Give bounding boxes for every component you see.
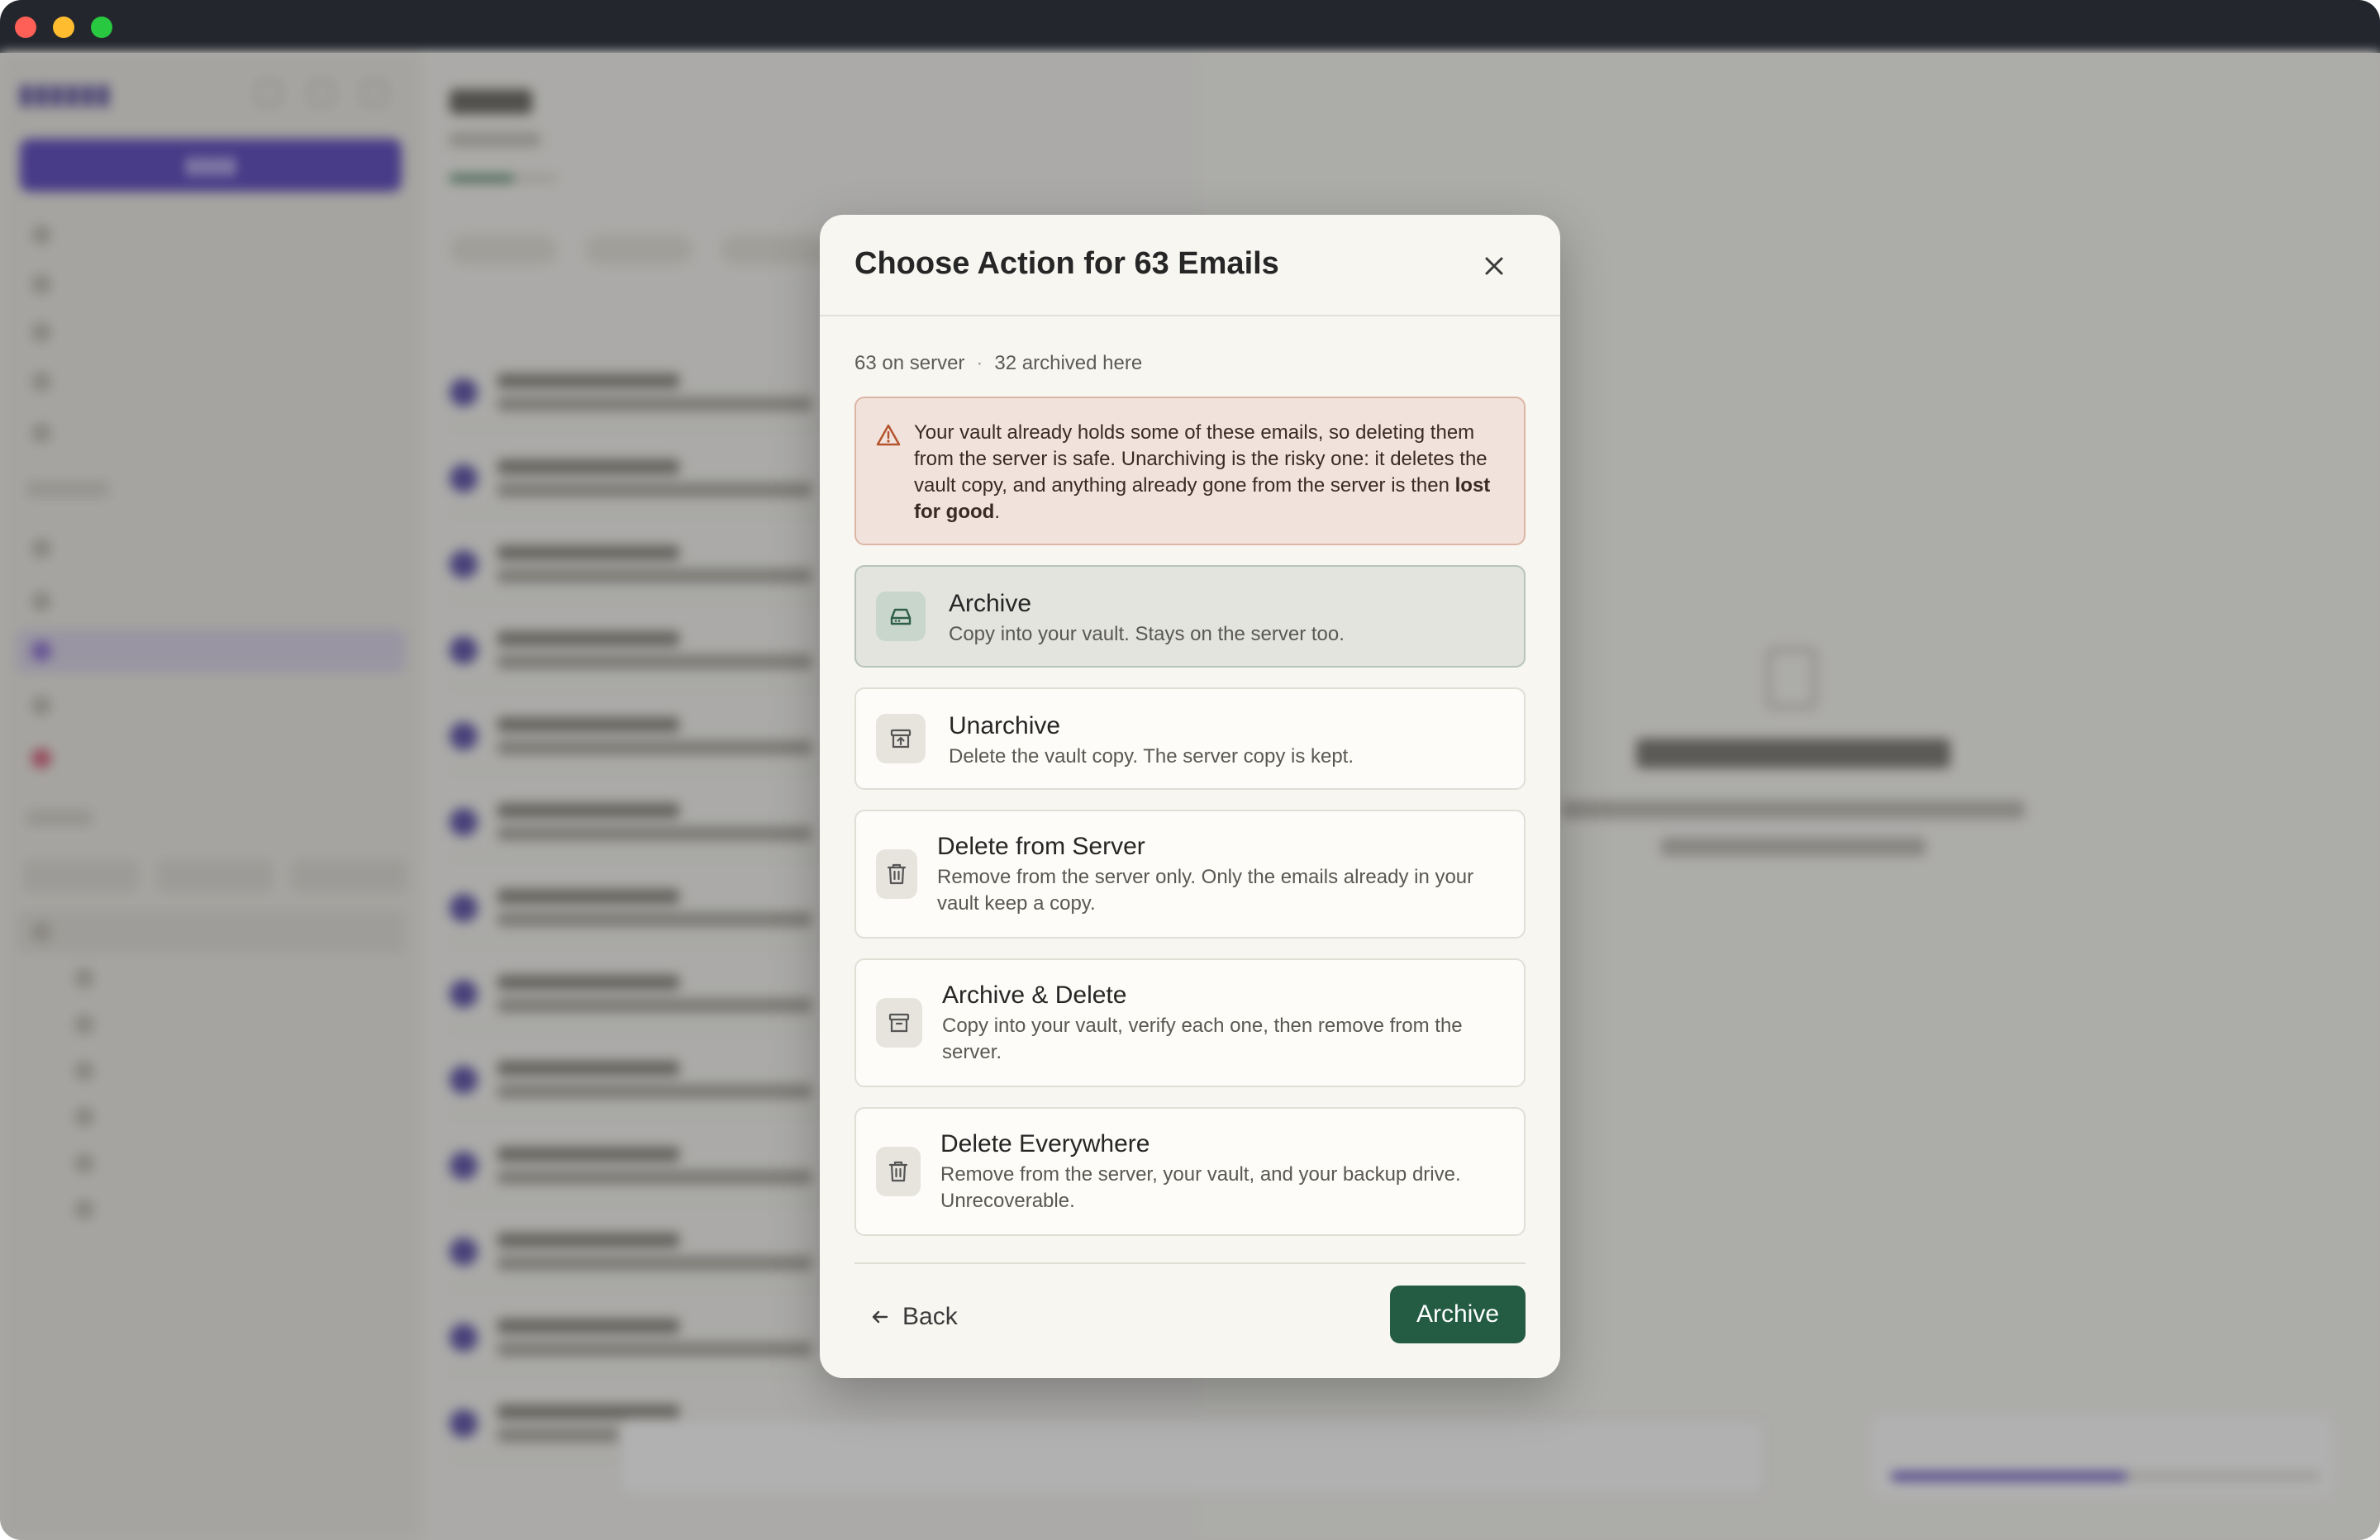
archived-count: 32 archived here — [994, 352, 1143, 374]
option-description: Remove from the server only. Only the em… — [937, 866, 1474, 915]
option-archive[interactable]: Archive Copy into your vault. Stays on t… — [854, 565, 1526, 668]
trash-icon — [876, 1147, 921, 1196]
warning-text-end: . — [994, 501, 1000, 523]
option-delete-everywhere[interactable]: Delete Everywhere Remove from the server… — [854, 1107, 1526, 1236]
option-title: Archive & Delete — [942, 982, 1127, 1009]
trash-icon — [876, 849, 917, 899]
title-bar — [0, 0, 2380, 53]
option-description: Copy into your vault. Stays on the serve… — [949, 623, 1345, 645]
warning-triangle-icon — [876, 424, 901, 446]
back-button-label: Back — [902, 1303, 958, 1330]
option-unarchive[interactable]: Unarchive Delete the vault copy. The ser… — [854, 687, 1526, 790]
minimize-window-button[interactable] — [53, 17, 74, 38]
app-window: ▮▮▮▮▮▮ ▮▮▮▮ Choose Action for 63 Emails … — [0, 0, 2380, 1540]
close-window-button[interactable] — [15, 17, 36, 38]
warning-text: Your vault already holds some of these e… — [914, 420, 1509, 525]
option-delete-from-server[interactable]: Delete from Server Remove from the serve… — [854, 810, 1526, 939]
archive-box-icon — [876, 998, 922, 1048]
archive-confirm-button[interactable]: Archive — [1390, 1286, 1526, 1343]
option-archive-and-delete[interactable]: Archive & Delete Copy into your vault, v… — [854, 958, 1526, 1087]
option-title: Delete from Server — [937, 833, 1145, 860]
zoom-window-button[interactable] — [91, 17, 112, 38]
option-description: Delete the vault copy. The server copy i… — [949, 745, 1354, 768]
dialog-header: Choose Action for 63 Emails — [820, 215, 1560, 316]
dialog-title: Choose Action for 63 Emails — [854, 246, 1279, 281]
email-counts: 63 on server · 32 archived here — [854, 352, 1142, 375]
option-title: Delete Everywhere — [940, 1130, 1150, 1157]
option-title: Unarchive — [949, 712, 1061, 739]
choose-action-dialog: Choose Action for 63 Emails 63 on server… — [820, 215, 1560, 1378]
server-count: 63 on server — [854, 352, 965, 374]
close-icon — [1485, 257, 1503, 275]
back-button[interactable]: Back — [869, 1299, 958, 1335]
close-dialog-button[interactable] — [1476, 248, 1512, 284]
option-description: Copy into your vault, verify each one, t… — [942, 1015, 1463, 1063]
footer-divider — [854, 1262, 1526, 1264]
option-title: Archive — [949, 590, 1032, 617]
drive-icon — [876, 592, 926, 641]
arrow-left-icon — [872, 1310, 888, 1324]
option-description: Remove from the server, your vault, and … — [940, 1163, 1461, 1212]
warning-banner: Your vault already holds some of these e… — [854, 397, 1526, 545]
meta-separator: · — [976, 352, 983, 374]
warning-text-main: Your vault already holds some of these e… — [914, 421, 1488, 497]
unarchive-icon — [876, 714, 926, 763]
